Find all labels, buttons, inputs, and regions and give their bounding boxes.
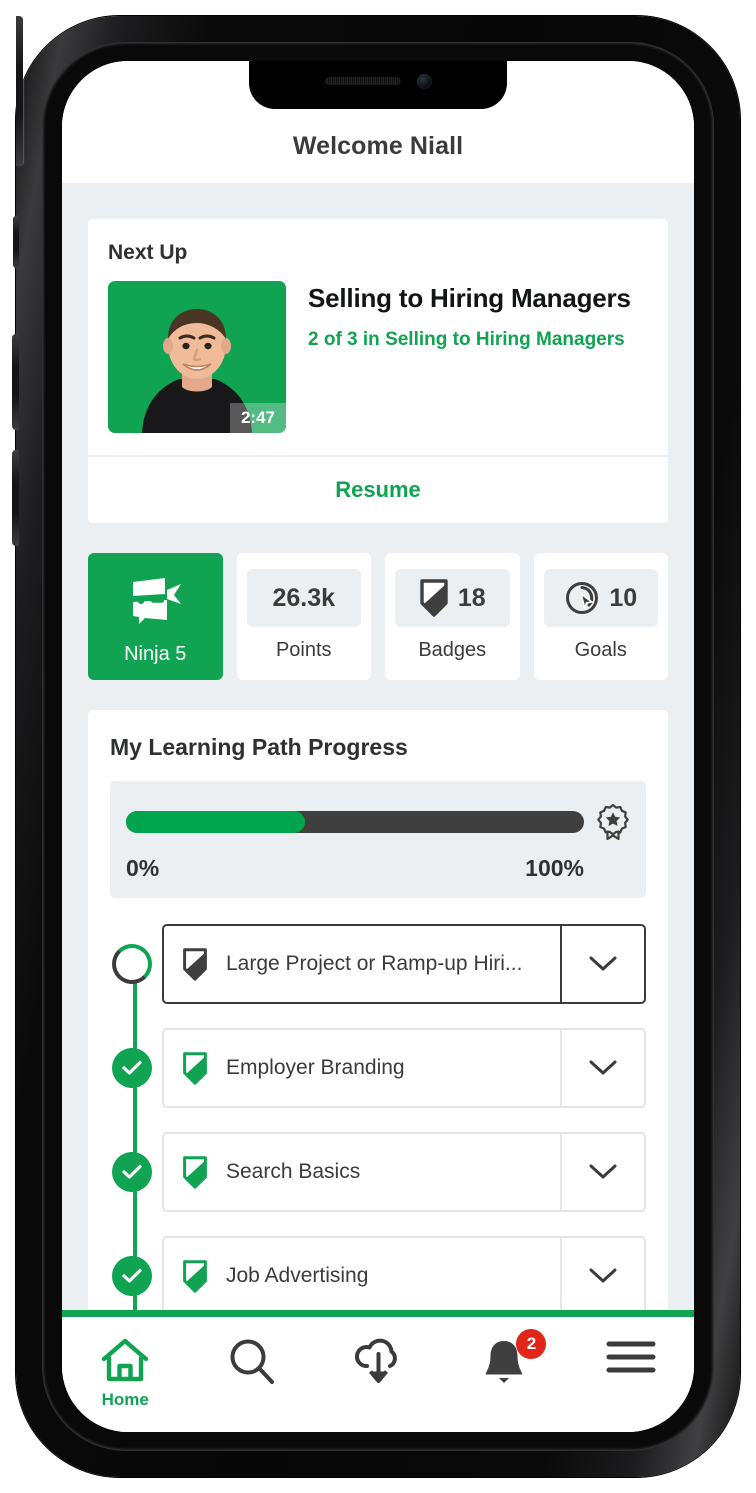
next-up-section-label: Next Up (108, 241, 188, 264)
path-item-label: Job Advertising (226, 1264, 369, 1287)
award-ribbon-icon (597, 803, 629, 841)
nav-item-downloads[interactable] (315, 1337, 441, 1387)
phone-notch (249, 61, 507, 109)
stat-value-points: 26.3k (272, 583, 336, 612)
path-marker-complete (112, 1152, 152, 1192)
stat-label-points: Points (275, 639, 332, 661)
path-item-expand-button[interactable] (560, 1238, 644, 1310)
learning-path-title: My Learning Path Progress (110, 734, 408, 760)
power-button[interactable] (16, 16, 23, 166)
path-item-expand-button[interactable] (560, 1134, 644, 1210)
chevron-down-icon (589, 956, 617, 971)
speaker-grille-icon (324, 77, 401, 85)
phone-screen: Welcome Niall Next Up 2:47 Selling to Hi… (62, 61, 694, 1432)
volume-down-button[interactable] (12, 450, 19, 546)
stat-value-badges: 18 (457, 583, 486, 612)
ninja-icon (133, 578, 182, 624)
next-up-card: Next Up 2:47 Selling to Hiring Managers … (88, 219, 668, 523)
nav-item-home[interactable]: Home (62, 1337, 188, 1410)
cloud-download-icon (355, 1338, 397, 1383)
lesson-subtitle: 2 of 3 in Selling to Hiring Managers (308, 328, 625, 350)
stat-label-ninja: Ninja 5 (124, 643, 187, 665)
silent-switch[interactable] (13, 216, 19, 268)
path-item-expand-button[interactable] (560, 926, 644, 1002)
progress-max-label: 100% (525, 855, 584, 881)
target-icon (566, 582, 599, 614)
path-item-main: Employer Branding (164, 1030, 560, 1106)
path-item-main: Large Project or Ramp-up Hiri... (164, 926, 560, 1002)
lesson-thumbnail[interactable]: 2:47 (108, 281, 286, 433)
progress-track (126, 811, 584, 833)
scroll-content: Next Up 2:47 Selling to Hiring Managers … (62, 183, 694, 1310)
progress-panel: 0% 100% (110, 781, 646, 898)
badges-pill: 18 (395, 569, 510, 627)
notification-badge: 2 (516, 1329, 547, 1359)
hamburger-menu-icon (606, 1341, 656, 1373)
search-icon (230, 1339, 274, 1384)
path-item-label: Employer Branding (226, 1056, 405, 1079)
next-up-row: 2:47 Selling to Hiring Managers 2 of 3 i… (108, 281, 648, 433)
check-icon (122, 1060, 142, 1075)
stat-label-goals: Goals (574, 639, 627, 661)
path-item-main: Search Basics (164, 1134, 560, 1210)
bottom-navigation: Home 2 (62, 1310, 694, 1432)
ninja-pill (98, 569, 213, 631)
path-item-label: Large Project or Ramp-up Hiri... (226, 952, 523, 975)
badge-icon (420, 579, 448, 617)
lesson-title: Selling to Hiring Managers (308, 283, 631, 313)
chevron-down-icon (589, 1060, 617, 1075)
resume-button[interactable]: Resume (88, 455, 668, 523)
check-icon (122, 1268, 142, 1283)
nav-label-home: Home (101, 1390, 149, 1409)
badge-icon-green (183, 1051, 207, 1085)
volume-up-button[interactable] (12, 334, 19, 430)
stats-row: Ninja 5 26.3k Points 18 Badges 10 Goals (88, 553, 668, 680)
learning-path-list: Large Project or Ramp-up Hiri... Employe… (110, 924, 646, 1310)
progress-fill (126, 811, 305, 833)
phone-frame: Welcome Niall Next Up 2:47 Selling to Hi… (12, 16, 740, 1477)
home-icon (102, 1338, 149, 1382)
stat-card-points[interactable]: 26.3k Points (236, 553, 371, 680)
path-item-expand-button[interactable] (560, 1030, 644, 1106)
stat-card-badges[interactable]: 18 Badges (385, 553, 520, 680)
progress-min-label: 0% (126, 855, 160, 881)
page-title: Welcome Niall (292, 132, 464, 160)
resume-button-label: Resume (335, 477, 421, 502)
progress-bar-row (126, 803, 630, 841)
path-item[interactable]: Employer Branding (112, 1028, 646, 1108)
next-up-body: Next Up 2:47 Selling to Hiring Managers … (88, 219, 668, 455)
stat-card-goals[interactable]: 10 Goals (533, 553, 668, 680)
app-root: Welcome Niall Next Up 2:47 Selling to Hi… (62, 61, 694, 1432)
chevron-down-icon (589, 1268, 617, 1283)
goals-pill: 10 (543, 569, 658, 627)
path-item[interactable]: Large Project or Ramp-up Hiri... (112, 924, 646, 1004)
lesson-text-block: Selling to Hiring Managers 2 of 3 in Sel… (308, 281, 648, 433)
badge-icon-green (183, 1259, 207, 1293)
path-marker-complete (112, 1256, 152, 1296)
nav-item-notifications[interactable]: 2 (441, 1329, 567, 1387)
badge-icon-green (183, 1155, 207, 1189)
stat-label-badges: Badges (418, 639, 487, 661)
learning-path-card: My Learning Path Progress 0% 100% Large … (88, 710, 668, 1310)
stat-value-goals: 10 (609, 583, 638, 612)
stat-card-ninja[interactable]: Ninja 5 (88, 553, 223, 680)
path-marker-complete (112, 1048, 152, 1088)
path-item[interactable]: Search Basics (112, 1132, 646, 1212)
nav-item-menu[interactable] (568, 1337, 694, 1377)
path-item-label: Search Basics (226, 1160, 361, 1183)
chevron-down-icon (589, 1164, 617, 1179)
badge-icon-gray (183, 947, 207, 981)
path-marker-incomplete (112, 944, 152, 984)
path-item-main: Job Advertising (164, 1238, 560, 1310)
front-camera-icon (416, 73, 432, 89)
path-item[interactable]: Job Advertising (112, 1236, 646, 1310)
progress-scale: 0% 100% (126, 855, 630, 882)
lesson-duration-badge: 2:47 (229, 403, 286, 433)
nav-item-search[interactable] (188, 1337, 314, 1387)
points-pill: 26.3k (246, 569, 361, 627)
check-icon (122, 1164, 142, 1179)
